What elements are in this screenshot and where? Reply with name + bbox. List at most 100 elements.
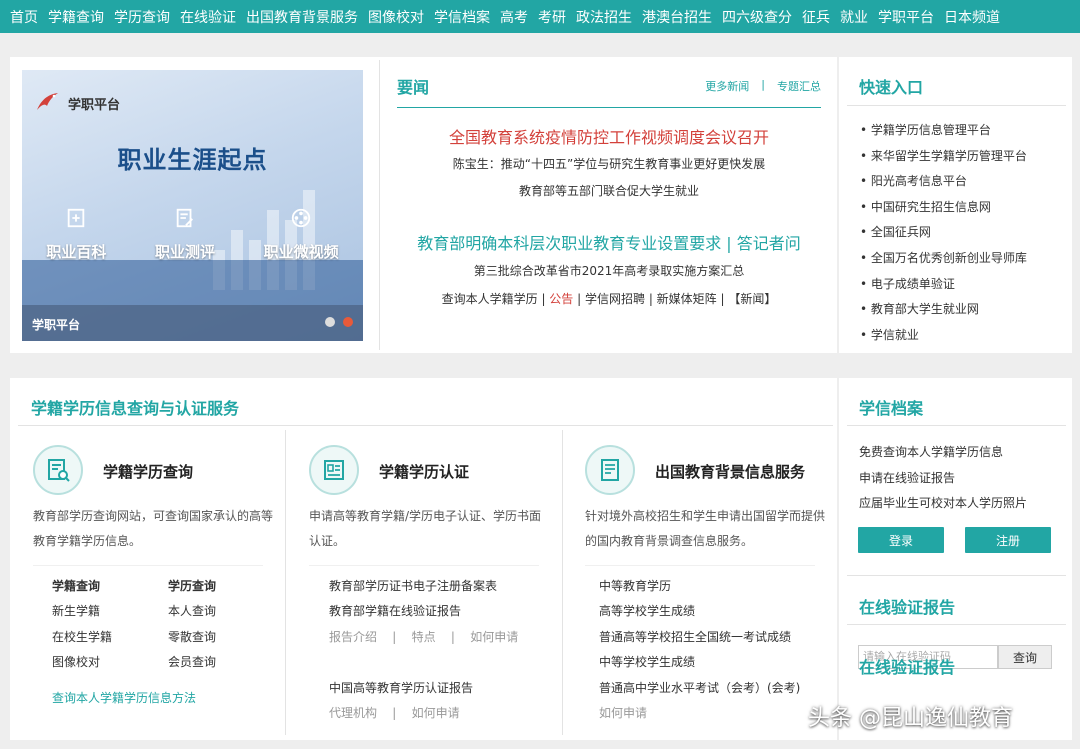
- quick-entry-item[interactable]: 全国万名优秀创新创业导师库: [860, 246, 1027, 272]
- carousel-dots: [325, 317, 353, 327]
- nav-item-5[interactable]: 图像校对: [368, 7, 424, 27]
- quick-entry-heading: 快速入口: [859, 78, 924, 97]
- link-member-query[interactable]: 会员查询: [168, 650, 216, 675]
- banner-item-career-encyclopedia[interactable]: 职业百科: [46, 205, 106, 262]
- verify-heading: 在线验证报告: [859, 598, 956, 617]
- link-how-to-apply[interactable]: 如何申请: [470, 630, 518, 644]
- news-headline-2[interactable]: 教育部明确本科层次职业教育专业设置要求 | 答记者问: [397, 230, 821, 254]
- query-desc: 教育部学历查询网站，可查询国家承认的高等教育学籍学历信息。: [33, 509, 274, 548]
- nav-item-14[interactable]: 学职平台: [878, 7, 934, 27]
- carousel-dot-2[interactable]: [343, 317, 353, 327]
- more-news-link[interactable]: 更多新闻: [705, 78, 749, 94]
- news-item-2[interactable]: 陈宝生：推动“十四五”学位与研究生教育事业更好更快发展: [397, 155, 821, 172]
- query-method-link[interactable]: 查询本人学籍学历信息方法: [52, 686, 196, 711]
- link-how-to-apply-2[interactable]: 如何申请: [412, 706, 460, 720]
- divider: [18, 425, 833, 426]
- carousel-dot-1[interactable]: [325, 317, 335, 327]
- abroad-links: 中等教育学历 高等学校学生成绩 普通高等学校招生全国统一考试成绩 中等学校学生成绩 普通…: [599, 574, 800, 726]
- nav-item-11[interactable]: 四六级查分: [722, 7, 792, 27]
- nav-item-4[interactable]: 出国教育背景服务: [246, 7, 358, 27]
- quick-entry-item[interactable]: 来华留学生学籍学历管理平台: [860, 144, 1027, 170]
- abroad-how-to-apply[interactable]: 如何申请: [599, 701, 800, 726]
- banner-item-career-video[interactable]: 职业微视频: [264, 205, 339, 262]
- career-banner[interactable]: 学职平台 职业生涯起点 职业百科 职业测评 职业微视频 学职平台: [22, 70, 363, 341]
- news-heading: 要闻: [397, 78, 430, 97]
- nav-item-15[interactable]: 日本频道: [944, 7, 1000, 27]
- nav-item-6[interactable]: 学信档案: [434, 7, 490, 27]
- news-headline-1[interactable]: 全国教育系统疫情防控工作视频调度会议召开: [397, 124, 821, 148]
- topics-link[interactable]: 专题汇总: [777, 78, 821, 94]
- top-nav: 首页 学籍查询 学历查询 在线验证 出国教育背景服务 图像校对 学信档案 高考 考研 政法招生 港澳…: [0, 0, 1080, 33]
- new-media-link[interactable]: 新媒体矩阵: [657, 292, 717, 306]
- service-heading: 学籍学历信息查询与认证服务: [31, 399, 240, 418]
- announcement-link[interactable]: 公告: [549, 292, 573, 306]
- link-agencies[interactable]: 代理机构: [329, 706, 377, 720]
- link-registration-form[interactable]: 教育部学历证书电子注册备案表: [329, 574, 518, 599]
- link-apply-verify[interactable]: 申请在线验证报告: [859, 466, 1027, 492]
- link-degree-cert-report[interactable]: 中国高等教育学历认证报告: [329, 676, 473, 701]
- quick-entry-item[interactable]: 全国征兵网: [860, 220, 1027, 246]
- abroad-link[interactable]: 普通高等学校招生全国统一考试成绩: [599, 625, 800, 650]
- banner-logo: 学职平台: [34, 90, 120, 116]
- nav-item-0[interactable]: 首页: [10, 7, 38, 27]
- news-item-5[interactable]: 第三批综合改革省市2021年高考录取实施方案汇总: [397, 262, 821, 279]
- abroad-desc: 针对境外高校招生和学生申请出国留学而提供的国内教育背景调查信息服务。: [585, 509, 826, 548]
- news-item-3[interactable]: 教育部等五部门联合促大学生就业: [397, 182, 821, 199]
- abroad-link[interactable]: 中等学校学生成绩: [599, 650, 800, 675]
- link-photo-check[interactable]: 应届毕业生可校对本人学历照片: [859, 491, 1027, 517]
- nav-item-7[interactable]: 高考: [500, 7, 528, 27]
- certify-desc: 申请高等教育学籍/学历电子认证、学历书面认证。: [309, 509, 542, 548]
- bird-logo-icon: [34, 90, 60, 116]
- divider: [847, 425, 1066, 426]
- link-features[interactable]: 特点: [412, 630, 436, 644]
- nav-item-3[interactable]: 在线验证: [180, 7, 236, 27]
- nav-item-13[interactable]: 就业: [840, 7, 868, 27]
- quick-entry-item[interactable]: 中国研究生招生信息网: [860, 195, 1027, 221]
- link-free-query[interactable]: 免费查询本人学籍学历信息: [859, 440, 1027, 466]
- query-record-link[interactable]: 查询本人学籍学历: [442, 292, 538, 306]
- login-button[interactable]: 登录: [858, 527, 944, 553]
- divider: [33, 565, 263, 566]
- link-image-check[interactable]: 图像校对: [52, 650, 112, 675]
- quick-entry-item[interactable]: 电子成绩单验证: [860, 272, 1027, 298]
- abroad-link[interactable]: 普通高中学业水平考试（会考）(会考): [599, 676, 800, 701]
- quick-entry-item[interactable]: 阳光高考信息平台: [860, 169, 1027, 195]
- banner-footer-label: 学职平台: [32, 318, 81, 332]
- certify-title[interactable]: 学籍学历认证: [379, 461, 469, 482]
- abroad-link[interactable]: 高等学校学生成绩: [599, 599, 800, 624]
- divider: [847, 575, 1066, 576]
- link-report-intro[interactable]: 报告介绍: [329, 630, 377, 644]
- nav-item-10[interactable]: 港澳台招生: [642, 7, 712, 27]
- nav-item-12[interactable]: 征兵: [802, 7, 830, 27]
- edit-document-icon: [172, 205, 198, 231]
- certify-sub-links-2: 代理机构 | 如何申请: [329, 706, 460, 721]
- verify-search-button[interactable]: 查询: [998, 645, 1052, 669]
- abroad-link[interactable]: 中等教育学历: [599, 574, 800, 599]
- quick-entry-item[interactable]: 教育部大学生就业网: [860, 297, 1027, 323]
- news-header: 要闻 更多新闻 | 专题汇总: [397, 74, 821, 98]
- quick-entry-item[interactable]: 学信就业: [860, 323, 1027, 349]
- student-record-links: 学籍查询 新生学籍 在校生学籍 图像校对: [52, 574, 112, 676]
- quick-entry-item[interactable]: 学籍学历信息管理平台: [860, 118, 1027, 144]
- nav-item-1[interactable]: 学籍查询: [48, 7, 104, 27]
- degree-head[interactable]: 学历查询: [168, 574, 216, 599]
- link-online-verify-report[interactable]: 教育部学籍在线验证报告: [329, 599, 518, 624]
- recruit-link[interactable]: 学信网招聘: [585, 292, 645, 306]
- banner-item-career-assessment[interactable]: 职业测评: [155, 205, 215, 262]
- nav-item-9[interactable]: 政法招生: [576, 7, 632, 27]
- divider: [285, 430, 286, 735]
- certify-sub-links-1: 报告介绍 | 特点 | 如何申请: [329, 629, 519, 644]
- link-new-student[interactable]: 新生学籍: [52, 599, 112, 624]
- link-self-query[interactable]: 本人查询: [168, 599, 216, 624]
- news-tag-link[interactable]: 【新闻】: [728, 292, 776, 306]
- nav-item-2[interactable]: 学历查询: [114, 7, 170, 27]
- plus-document-icon: [63, 205, 89, 231]
- student-record-head[interactable]: 学籍查询: [52, 574, 112, 599]
- link-enrolled-student[interactable]: 在校生学籍: [52, 625, 112, 650]
- link-single-query[interactable]: 零散查询: [168, 625, 216, 650]
- nav-item-8[interactable]: 考研: [538, 7, 566, 27]
- divider: [309, 565, 539, 566]
- register-button[interactable]: 注册: [965, 527, 1051, 553]
- query-title[interactable]: 学籍学历查询: [103, 461, 193, 482]
- abroad-title[interactable]: 出国教育背景信息服务: [655, 461, 805, 482]
